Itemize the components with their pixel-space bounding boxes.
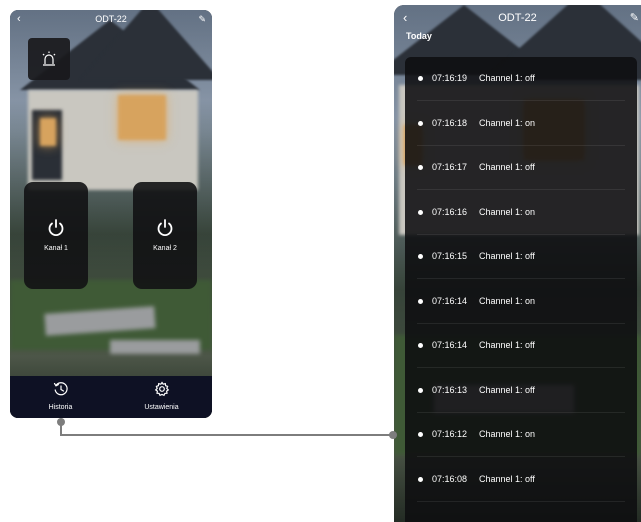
connector-line: [57, 418, 397, 439]
connector-start-dot: [57, 418, 65, 426]
connector-end-dot: [389, 431, 397, 439]
